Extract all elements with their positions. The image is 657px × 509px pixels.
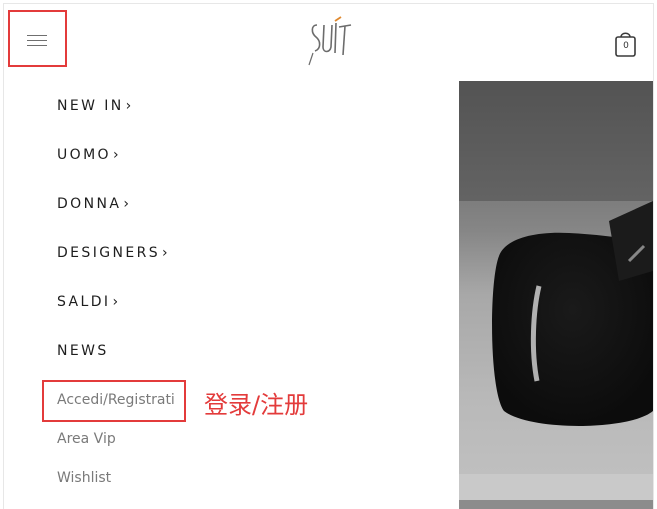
nav-item-donna[interactable]: DONNA › bbox=[57, 196, 129, 212]
wishlist-link[interactable]: Wishlist bbox=[57, 470, 111, 486]
nav-item-new-in[interactable]: NEW IN › bbox=[57, 98, 131, 114]
cart-count-badge: 0 bbox=[623, 41, 629, 51]
nav-item-saldi[interactable]: SALDI › bbox=[57, 294, 118, 310]
product-photo bbox=[459, 81, 653, 509]
site-logo[interactable] bbox=[307, 13, 355, 73]
nav-item-uomo[interactable]: UOMO › bbox=[57, 147, 119, 163]
chevron-right-icon: › bbox=[112, 294, 119, 310]
nav-item-designers[interactable]: DESIGNERS › bbox=[57, 245, 168, 261]
chevron-right-icon: › bbox=[162, 245, 168, 261]
shopping-bag-button[interactable]: 0 bbox=[611, 29, 641, 61]
site-header: 0 bbox=[5, 5, 652, 81]
side-navigation-menu: NEW IN › UOMO › DONNA › DESIGNERS › SALDI › N… bbox=[5, 81, 459, 509]
nav-item-label: NEW IN bbox=[57, 98, 124, 114]
login-annotation-label: 登录/注册 bbox=[204, 391, 309, 419]
hero-product-image bbox=[459, 81, 653, 509]
chevron-right-icon: › bbox=[125, 98, 132, 114]
nav-item-news[interactable]: NEWS bbox=[57, 343, 109, 359]
suit-logo-mark bbox=[308, 16, 352, 66]
area-vip-link[interactable]: Area Vip bbox=[57, 431, 116, 447]
chevron-right-icon: › bbox=[123, 196, 129, 212]
nav-item-label: UOMO bbox=[57, 147, 111, 163]
nav-item-label: DESIGNERS bbox=[57, 245, 161, 261]
nav-item-label: SALDI bbox=[57, 294, 111, 310]
nav-item-label: DONNA bbox=[57, 196, 122, 212]
hamburger-menu-button[interactable] bbox=[8, 10, 67, 67]
login-highlight-box bbox=[42, 380, 186, 422]
chevron-right-icon: › bbox=[112, 147, 119, 163]
nav-item-label: NEWS bbox=[57, 343, 109, 359]
hamburger-menu-icon bbox=[27, 35, 47, 47]
